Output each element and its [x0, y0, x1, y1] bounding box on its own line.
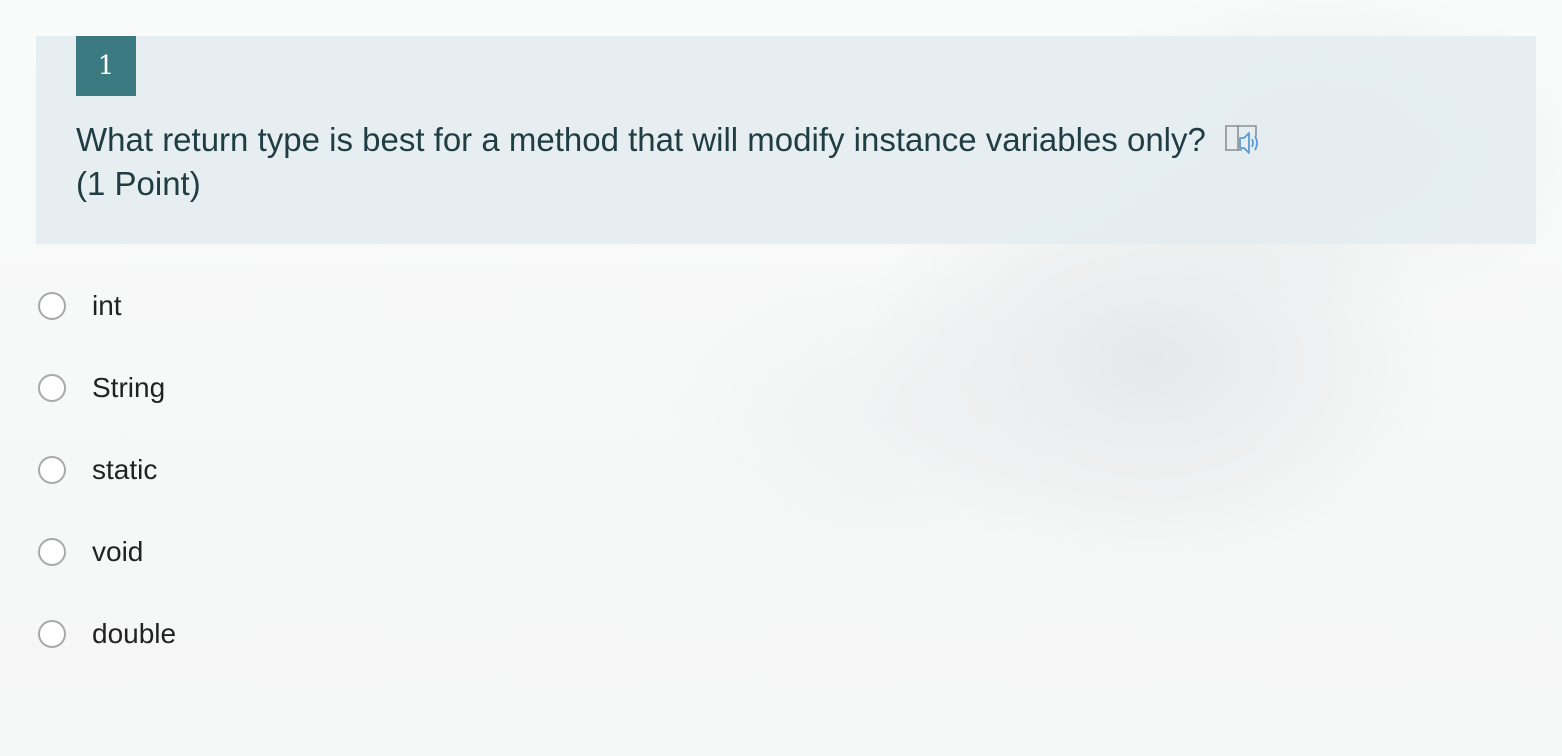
answer-options: int String static void double — [38, 270, 176, 680]
option-label: String — [92, 372, 166, 403]
option-string[interactable]: String — [38, 352, 176, 424]
radio-button[interactable] — [38, 374, 66, 402]
radio-button[interactable] — [38, 538, 66, 566]
option-label: static — [92, 454, 158, 485]
question-header: 1 What return type is best for a method … — [36, 36, 1536, 244]
immersive-reader-icon[interactable] — [1222, 120, 1264, 160]
option-void[interactable]: void — [38, 516, 176, 588]
option-label: double — [92, 618, 177, 649]
question-text-block: What return type is best for a method th… — [76, 118, 1496, 206]
radio-button[interactable] — [38, 620, 66, 648]
option-double[interactable]: double — [38, 598, 176, 670]
option-static[interactable]: static — [38, 434, 176, 506]
question-points: (1 Point) — [76, 165, 201, 202]
option-label: void — [92, 536, 144, 567]
question-text: What return type is best for a method th… — [76, 121, 1206, 158]
option-label: int — [92, 290, 122, 321]
question-number-badge: 1 — [76, 36, 136, 96]
radio-button[interactable] — [38, 456, 66, 484]
option-int[interactable]: int — [38, 270, 176, 342]
radio-button[interactable] — [38, 292, 66, 320]
